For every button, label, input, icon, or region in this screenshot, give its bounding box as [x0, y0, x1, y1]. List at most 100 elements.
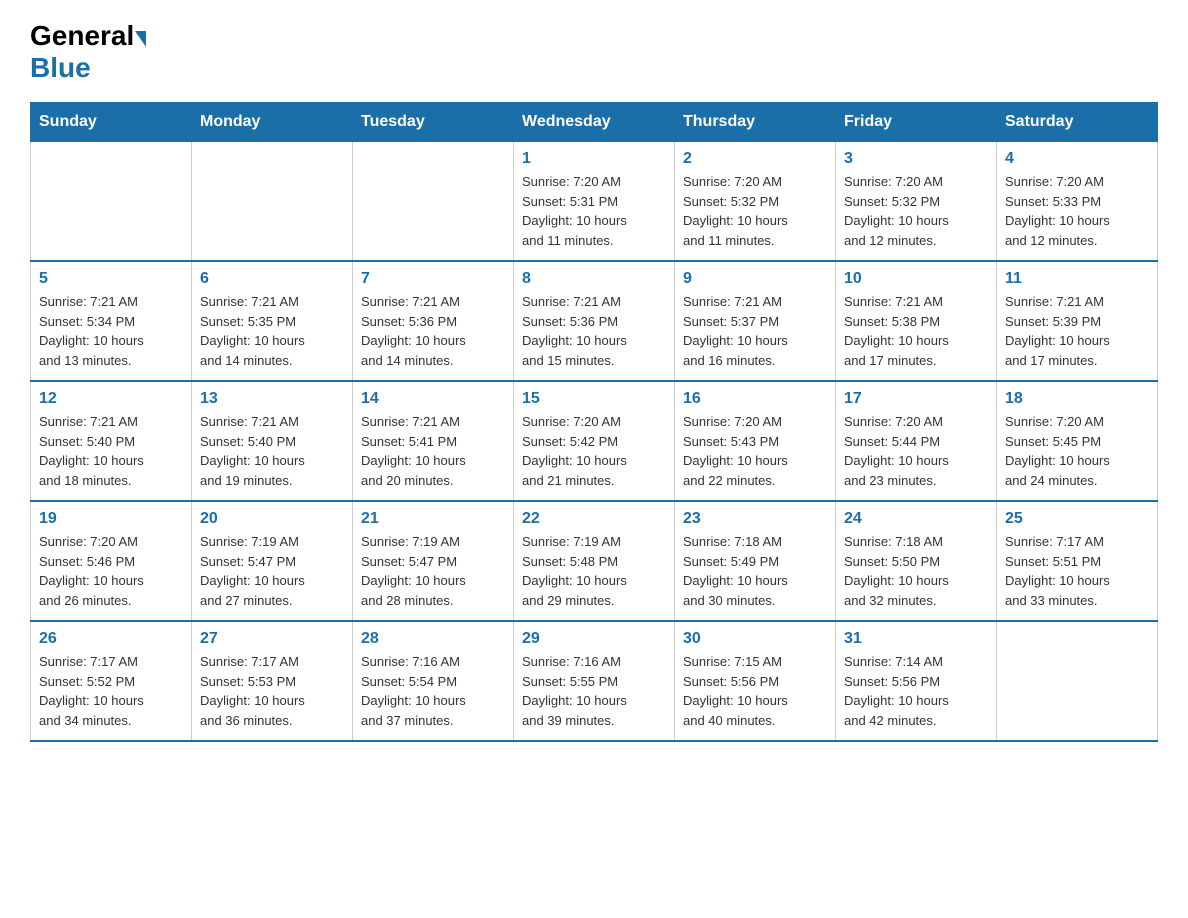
calendar-cell: 22 Sunrise: 7:19 AMSunset: 5:48 PMDayligh… [514, 501, 675, 621]
calendar-cell: 17Sunrise: 7:20 AMSunset: 5:44 PMDayligh… [836, 381, 997, 501]
logo: General Blue [30, 20, 147, 84]
calendar-cell: 6 Sunrise: 7:21 AMSunset: 5:35 PMDaylight… [192, 261, 353, 381]
calendar-cell: 31Sunrise: 7:14 AMSunset: 5:56 PMDayligh… [836, 621, 997, 741]
day-number: 17 [844, 390, 988, 408]
day-number: 11 [1005, 270, 1149, 288]
day-number: 6 [200, 270, 344, 288]
day-number: 15 [522, 390, 666, 408]
calendar-cell: 5 Sunrise: 7:21 AMSunset: 5:34 PMDaylight… [31, 261, 192, 381]
calendar-cell: 8Sunrise: 7:21 AMSunset: 5:36 PMDaylight… [514, 261, 675, 381]
calendar-cell: 21 Sunrise: 7:19 AMSunset: 5:47 PMDayligh… [353, 501, 514, 621]
day-info: Sunrise: 7:21 AMSunset: 5:34 PMDaylight:… [39, 292, 183, 370]
page-header: General Blue [30, 20, 1158, 84]
calendar-cell: 11 Sunrise: 7:21 AMSunset: 5:39 PMDayligh… [997, 261, 1158, 381]
day-number: 12 [39, 390, 183, 408]
day-info: Sunrise: 7:20 AMSunset: 5:42 PMDaylight:… [522, 412, 666, 490]
calendar-cell: 13 Sunrise: 7:21 AMSunset: 5:40 PMDayligh… [192, 381, 353, 501]
calendar-week-2: 5 Sunrise: 7:21 AMSunset: 5:34 PMDaylight… [31, 261, 1158, 381]
day-number: 2 [683, 150, 827, 168]
calendar-week-1: 1 Sunrise: 7:20 AMSunset: 5:31 PMDaylight… [31, 142, 1158, 262]
day-number: 8 [522, 270, 666, 288]
day-number: 21 [361, 510, 505, 528]
day-info: Sunrise: 7:17 AMSunset: 5:51 PMDaylight:… [1005, 532, 1149, 610]
calendar-cell: 30 Sunrise: 7:15 AMSunset: 5:56 PMDayligh… [675, 621, 836, 741]
logo-general: General [30, 20, 134, 52]
calendar-cell: 19Sunrise: 7:20 AMSunset: 5:46 PMDayligh… [31, 501, 192, 621]
day-info: Sunrise: 7:21 AMSunset: 5:38 PMDaylight:… [844, 292, 988, 370]
calendar-cell: 28 Sunrise: 7:16 AMSunset: 5:54 PMDayligh… [353, 621, 514, 741]
calendar-cell: 15 Sunrise: 7:20 AMSunset: 5:42 PMDayligh… [514, 381, 675, 501]
logo-line1: General [30, 20, 147, 52]
header-tuesday: Tuesday [353, 103, 514, 142]
calendar-cell: 23 Sunrise: 7:18 AMSunset: 5:49 PMDayligh… [675, 501, 836, 621]
day-info: Sunrise: 7:19 AMSunset: 5:47 PMDaylight:… [361, 532, 505, 610]
day-number: 22 [522, 510, 666, 528]
day-info: Sunrise: 7:20 AMSunset: 5:43 PMDaylight:… [683, 412, 827, 490]
day-info: Sunrise: 7:21 AMSunset: 5:39 PMDaylight:… [1005, 292, 1149, 370]
calendar-cell: 29Sunrise: 7:16 AMSunset: 5:55 PMDayligh… [514, 621, 675, 741]
day-info: Sunrise: 7:14 AMSunset: 5:56 PMDaylight:… [844, 652, 988, 730]
calendar-cell: 16 Sunrise: 7:20 AMSunset: 5:43 PMDayligh… [675, 381, 836, 501]
day-info: Sunrise: 7:19 AMSunset: 5:47 PMDaylight:… [200, 532, 344, 610]
header-friday: Friday [836, 103, 997, 142]
header-monday: Monday [192, 103, 353, 142]
day-number: 25 [1005, 510, 1149, 528]
day-number: 16 [683, 390, 827, 408]
logo-blue-text: Blue [30, 52, 91, 84]
calendar-cell: 24Sunrise: 7:18 AMSunset: 5:50 PMDayligh… [836, 501, 997, 621]
day-info: Sunrise: 7:20 AMSunset: 5:31 PMDaylight:… [522, 172, 666, 250]
calendar-cell: 25 Sunrise: 7:17 AMSunset: 5:51 PMDayligh… [997, 501, 1158, 621]
day-number: 23 [683, 510, 827, 528]
day-number: 28 [361, 630, 505, 648]
day-info: Sunrise: 7:21 AMSunset: 5:40 PMDaylight:… [200, 412, 344, 490]
calendar-week-5: 26 Sunrise: 7:17 AMSunset: 5:52 PMDayligh… [31, 621, 1158, 741]
day-number: 7 [361, 270, 505, 288]
day-info: Sunrise: 7:15 AMSunset: 5:56 PMDaylight:… [683, 652, 827, 730]
calendar-cell [192, 142, 353, 262]
day-info: Sunrise: 7:21 AMSunset: 5:41 PMDaylight:… [361, 412, 505, 490]
day-number: 3 [844, 150, 988, 168]
calendar-cell [997, 621, 1158, 741]
day-number: 26 [39, 630, 183, 648]
calendar-cell: 18 Sunrise: 7:20 AMSunset: 5:45 PMDayligh… [997, 381, 1158, 501]
day-number: 5 [39, 270, 183, 288]
day-info: Sunrise: 7:18 AMSunset: 5:50 PMDaylight:… [844, 532, 988, 610]
day-info: Sunrise: 7:21 AMSunset: 5:36 PMDaylight:… [361, 292, 505, 370]
calendar-week-3: 12 Sunrise: 7:21 AMSunset: 5:40 PMDayligh… [31, 381, 1158, 501]
day-number: 1 [522, 150, 666, 168]
logo-arrow-icon [135, 31, 146, 47]
calendar-cell: 1 Sunrise: 7:20 AMSunset: 5:31 PMDaylight… [514, 142, 675, 262]
day-number: 9 [683, 270, 827, 288]
calendar-cell [353, 142, 514, 262]
header-wednesday: Wednesday [514, 103, 675, 142]
calendar-cell: 4 Sunrise: 7:20 AMSunset: 5:33 PMDaylight… [997, 142, 1158, 262]
day-info: Sunrise: 7:20 AMSunset: 5:45 PMDaylight:… [1005, 412, 1149, 490]
calendar-header-row: SundayMondayTuesdayWednesdayThursdayFrid… [31, 103, 1158, 142]
day-info: Sunrise: 7:21 AMSunset: 5:35 PMDaylight:… [200, 292, 344, 370]
header-sunday: Sunday [31, 103, 192, 142]
day-info: Sunrise: 7:20 AMSunset: 5:32 PMDaylight:… [844, 172, 988, 250]
day-info: Sunrise: 7:20 AMSunset: 5:33 PMDaylight:… [1005, 172, 1149, 250]
calendar-cell: 9Sunrise: 7:21 AMSunset: 5:37 PMDaylight… [675, 261, 836, 381]
day-number: 13 [200, 390, 344, 408]
day-info: Sunrise: 7:18 AMSunset: 5:49 PMDaylight:… [683, 532, 827, 610]
day-info: Sunrise: 7:17 AMSunset: 5:52 PMDaylight:… [39, 652, 183, 730]
day-number: 10 [844, 270, 988, 288]
day-number: 18 [1005, 390, 1149, 408]
day-info: Sunrise: 7:20 AMSunset: 5:32 PMDaylight:… [683, 172, 827, 250]
day-number: 4 [1005, 150, 1149, 168]
header-saturday: Saturday [997, 103, 1158, 142]
calendar-cell: 10 Sunrise: 7:21 AMSunset: 5:38 PMDayligh… [836, 261, 997, 381]
day-info: Sunrise: 7:16 AMSunset: 5:54 PMDaylight:… [361, 652, 505, 730]
calendar-cell: 26 Sunrise: 7:17 AMSunset: 5:52 PMDayligh… [31, 621, 192, 741]
day-number: 20 [200, 510, 344, 528]
calendar-cell [31, 142, 192, 262]
calendar-cell: 2 Sunrise: 7:20 AMSunset: 5:32 PMDaylight… [675, 142, 836, 262]
calendar-week-4: 19Sunrise: 7:20 AMSunset: 5:46 PMDayligh… [31, 501, 1158, 621]
day-info: Sunrise: 7:16 AMSunset: 5:55 PMDaylight:… [522, 652, 666, 730]
day-info: Sunrise: 7:19 AMSunset: 5:48 PMDaylight:… [522, 532, 666, 610]
calendar-cell: 7 Sunrise: 7:21 AMSunset: 5:36 PMDaylight… [353, 261, 514, 381]
calendar-cell: 12 Sunrise: 7:21 AMSunset: 5:40 PMDayligh… [31, 381, 192, 501]
day-number: 30 [683, 630, 827, 648]
day-info: Sunrise: 7:21 AMSunset: 5:40 PMDaylight:… [39, 412, 183, 490]
